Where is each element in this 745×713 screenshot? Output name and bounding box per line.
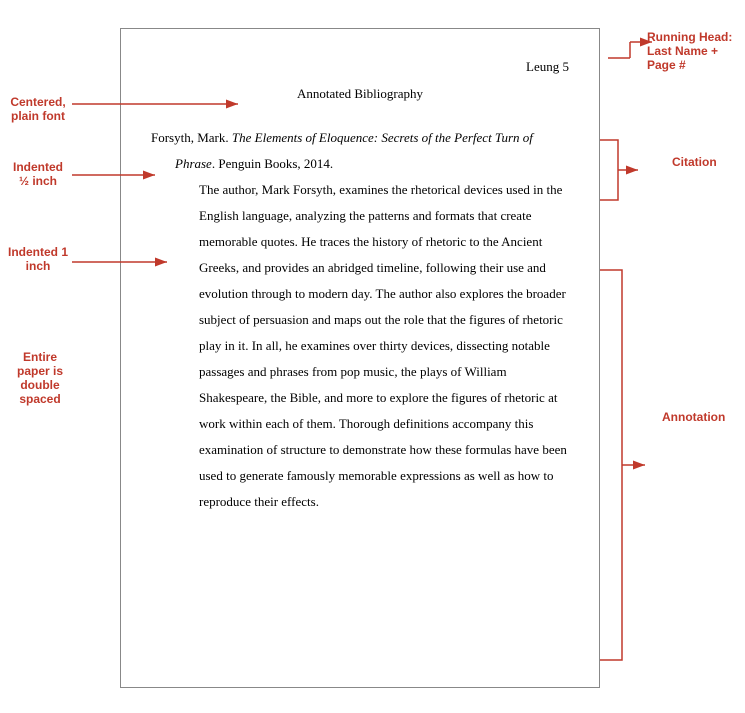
centered-label: Centered, plain font	[8, 95, 68, 123]
citation-label: Citation	[672, 155, 737, 169]
running-head-text: Leung 5	[526, 59, 569, 75]
paper-title: Annotated Bibliography	[151, 81, 569, 107]
paper-document: Leung 5 Annotated Bibliography Forsyth, …	[120, 28, 600, 688]
annotation-label: Annotation	[662, 410, 737, 424]
running-head-label: Running Head: Last Name + Page #	[647, 30, 737, 72]
annotation-block: The author, Mark Forsyth, examines the r…	[151, 177, 569, 515]
citation-italic: The Elements of Eloquence: Secrets of th…	[175, 130, 533, 171]
citation-block: Forsyth, Mark. The Elements of Eloquence…	[151, 125, 569, 177]
paper-header: Leung 5	[151, 59, 569, 75]
double-spaced-label: Entire paper is double spaced	[5, 350, 75, 406]
half-inch-label: Indented ½ inch	[8, 160, 68, 188]
one-inch-label: Indented 1 inch	[8, 245, 68, 273]
